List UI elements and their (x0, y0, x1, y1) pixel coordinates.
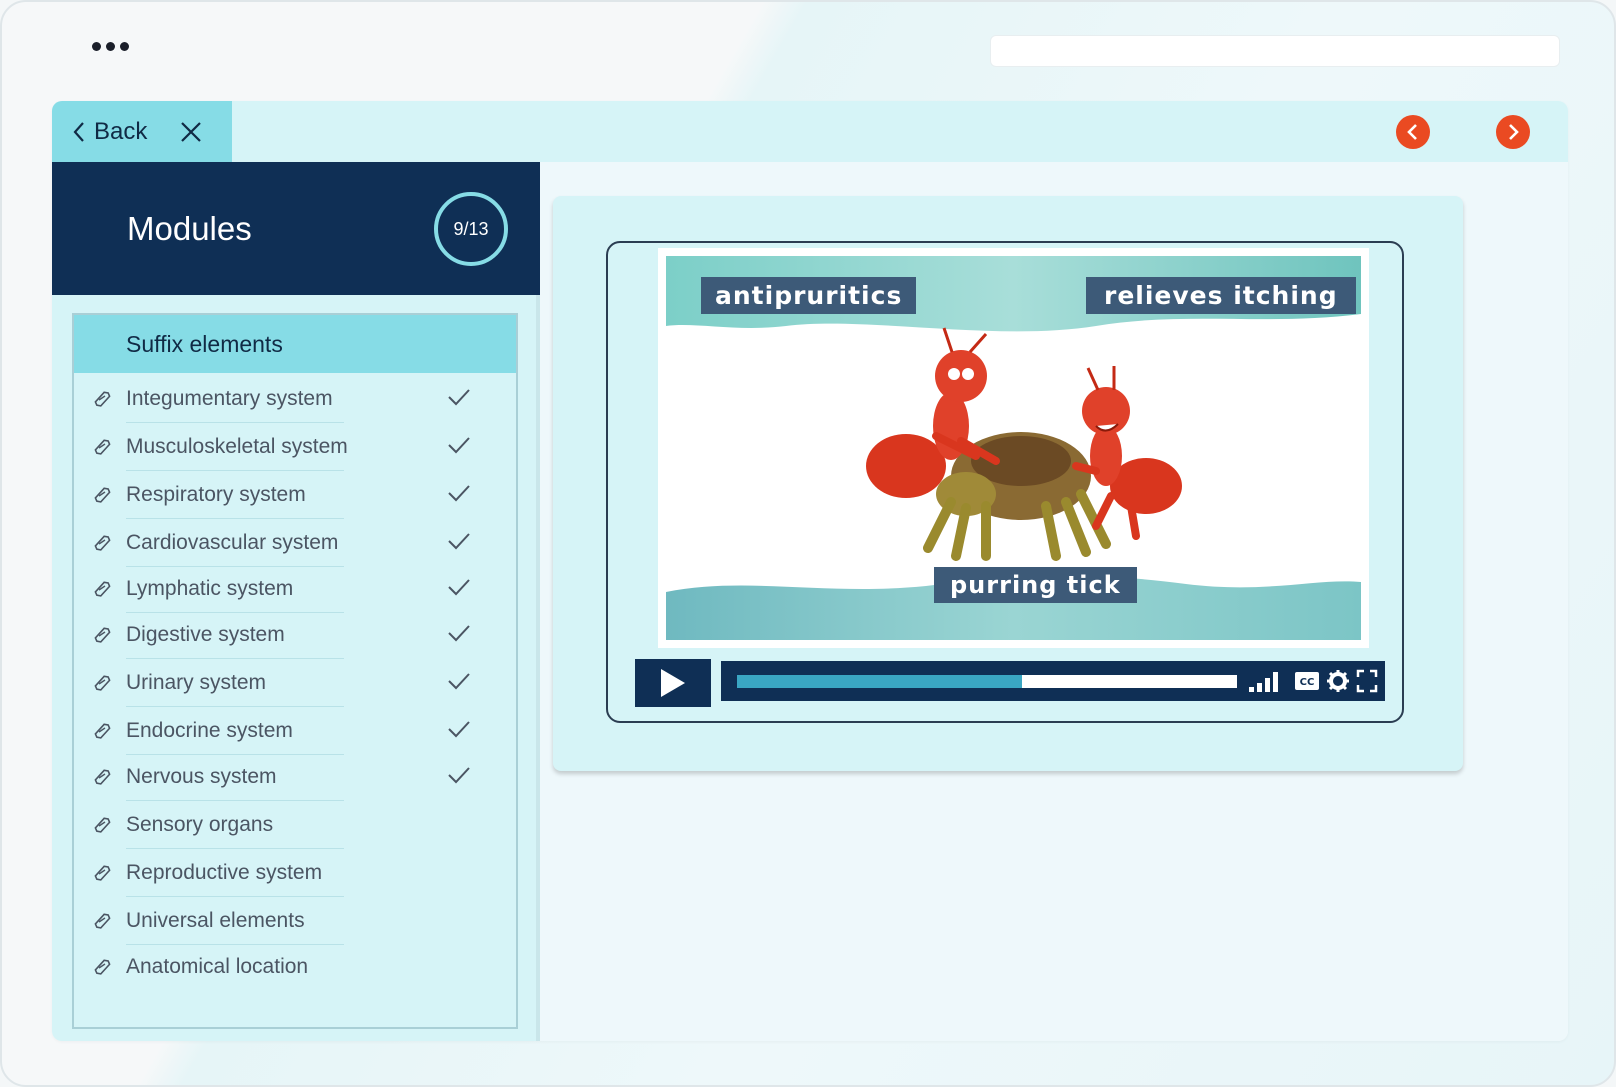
fullscreen-icon[interactable] (1356, 669, 1378, 693)
link-icon (94, 439, 111, 455)
play-button[interactable] (635, 659, 711, 707)
module-list: Suffix elements Integumentary system Musc… (72, 313, 518, 1029)
progress-fill (737, 675, 1022, 688)
module-item[interactable]: Integumentary system (74, 375, 516, 423)
checkmark-icon (448, 389, 470, 406)
module-item-label: Universal elements (126, 909, 305, 932)
modules-sidebar: Modules 9/13 Suffix elements Integumenta… (52, 162, 540, 1041)
link-icon (94, 959, 111, 975)
link-icon (94, 723, 111, 739)
back-button[interactable]: Back (72, 118, 147, 146)
module-item[interactable]: Digestive system (74, 611, 516, 659)
progress-count: 9/13 (453, 218, 489, 239)
checkmark-icon (448, 673, 470, 690)
module-item[interactable]: Endocrine system (74, 707, 516, 755)
link-icon (94, 535, 111, 551)
next-button[interactable] (1496, 115, 1530, 149)
link-icon (94, 675, 111, 691)
checkmark-icon (448, 579, 470, 596)
cc-icon[interactable]: CC (1294, 671, 1320, 691)
play-icon (661, 669, 685, 697)
module-item[interactable]: Musculoskeletal system (74, 423, 516, 471)
more-options-icon[interactable] (92, 42, 129, 51)
module-item[interactable]: Cardiovascular system (74, 519, 516, 567)
module-item-label: Digestive system (126, 623, 285, 646)
back-label: Back (94, 117, 148, 145)
modules-header: Modules 9/13 (52, 162, 540, 295)
module-item-label: Urinary system (126, 671, 267, 694)
video-controls: CC (635, 657, 1385, 709)
link-icon (94, 627, 111, 643)
module-item-label: Anatomical location (126, 955, 309, 978)
link-icon (94, 769, 111, 785)
module-item-label: Nervous system (126, 765, 277, 788)
link-icon (94, 391, 111, 407)
link-icon (94, 865, 111, 881)
top-bar: Back (52, 101, 1568, 162)
chevron-right-icon (1509, 124, 1519, 140)
module-item[interactable]: Universal elements (74, 897, 516, 945)
section-header[interactable]: Suffix elements (74, 315, 516, 373)
module-item-label: Respiratory system (126, 483, 306, 506)
module-item-label: Reproductive system (126, 861, 323, 884)
checkmark-icon (448, 721, 470, 738)
checkmark-icon (448, 485, 470, 502)
svg-text:CC: CC (1300, 677, 1315, 688)
module-item[interactable]: Lymphatic system (74, 565, 516, 613)
close-button[interactable] (180, 121, 202, 143)
module-item-label: Integumentary system (126, 387, 333, 410)
gear-icon[interactable] (1326, 669, 1350, 693)
module-item[interactable]: Reproductive system (74, 849, 516, 897)
link-icon (94, 581, 111, 597)
link-icon (94, 913, 111, 929)
caption-right: relieves itching (1086, 277, 1356, 314)
caption-left: antipruritics (701, 277, 917, 314)
checkmark-icon (448, 625, 470, 642)
module-item[interactable]: Anatomical location (74, 943, 516, 991)
modules-title: Modules (127, 210, 252, 247)
link-icon (94, 817, 111, 833)
seek-bar: CC (721, 661, 1385, 701)
checkmark-icon (448, 767, 470, 784)
module-item[interactable]: Respiratory system (74, 471, 516, 519)
module-item-label: Lymphatic system (126, 577, 294, 600)
volume-bars-icon[interactable] (1248, 669, 1284, 693)
module-item[interactable]: Nervous system (74, 753, 516, 801)
caption-bottom: purring tick (934, 567, 1137, 603)
chevron-left-icon (73, 121, 84, 142)
module-item[interactable]: Urinary system (74, 659, 516, 707)
window-frame: Back Modules 9/13 Suffix elements Integu… (0, 0, 1616, 1087)
back-tab: Back (52, 101, 232, 162)
link-icon (94, 487, 111, 503)
video-frame[interactable]: antipruritics relieves itching purring t… (658, 248, 1369, 648)
chevron-left-icon (1407, 124, 1417, 140)
checkmark-icon (448, 437, 470, 454)
address-bar[interactable] (990, 35, 1560, 67)
module-item-label: Cardiovascular system (126, 531, 339, 554)
progress-track[interactable] (737, 675, 1237, 688)
module-item-label: Sensory organs (126, 813, 274, 836)
progress-ring: 9/13 (434, 192, 508, 266)
checkmark-icon (448, 533, 470, 550)
close-icon (181, 121, 202, 142)
module-item[interactable]: Sensory organs (74, 801, 516, 849)
module-item-label: Endocrine system (126, 719, 293, 742)
module-item-label: Musculoskeletal system (126, 435, 348, 458)
previous-button[interactable] (1396, 115, 1430, 149)
